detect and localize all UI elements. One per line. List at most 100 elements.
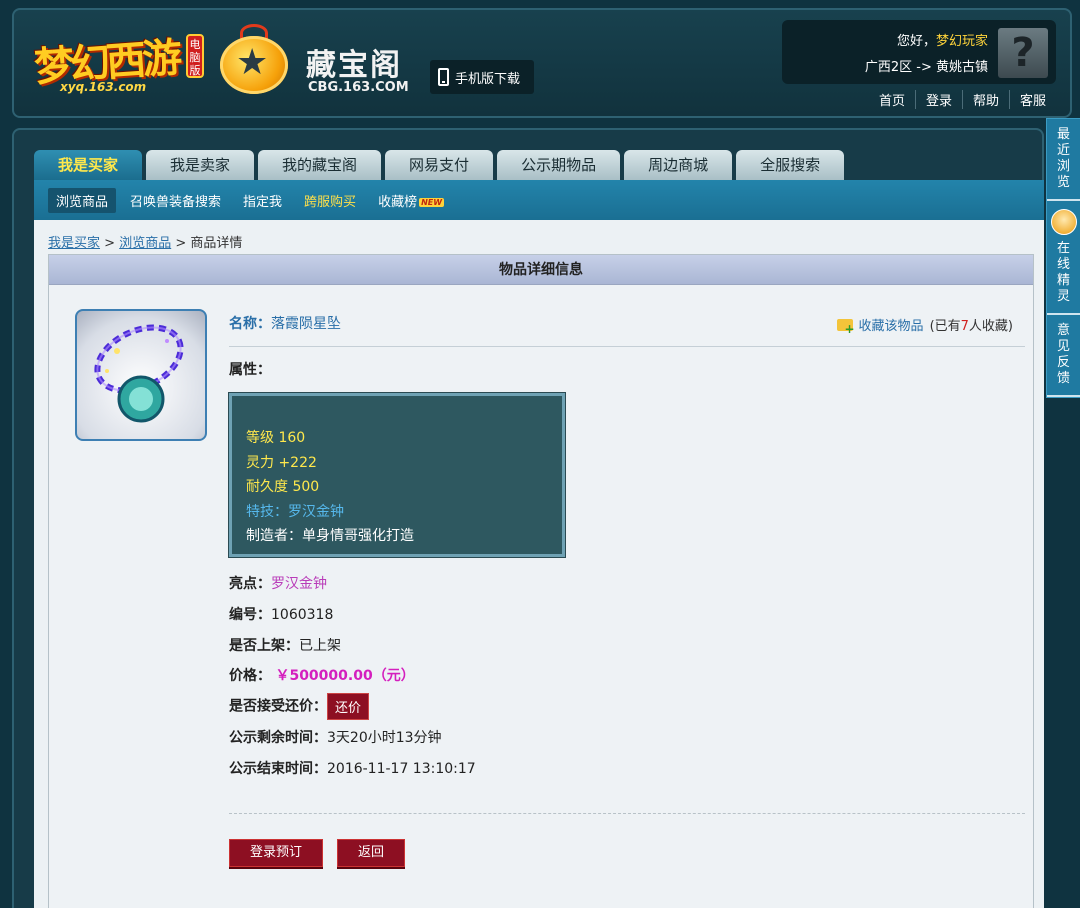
attr-skill: 特技：罗汉金钟 bbox=[246, 503, 344, 520]
tab-merch-store[interactable]: 周边商城 bbox=[624, 150, 733, 180]
attr-maker: 制造者：单身情哥强化打造 bbox=[246, 528, 414, 544]
coin-star-icon bbox=[220, 36, 288, 94]
id-row: 编号：1060318 bbox=[229, 604, 333, 624]
subnav-pet-equip-search[interactable]: 召唤兽装备搜索 bbox=[122, 188, 229, 213]
favorite-count-text: (已有7人收藏) bbox=[930, 315, 1013, 334]
attributes-label: 属性： bbox=[229, 362, 271, 378]
bargain-label: 是否接受还价： bbox=[229, 698, 327, 715]
sidebar-online-fairy[interactable]: 在 线 精 灵 bbox=[1047, 201, 1080, 315]
id-label: 编号： bbox=[229, 607, 271, 623]
tab-netease-pay[interactable]: 网易支付 bbox=[385, 150, 494, 180]
pendant-icon bbox=[94, 324, 184, 423]
breadcrumb-browse[interactable]: 浏览商品 bbox=[119, 236, 171, 251]
game-logo-tag: 电脑版 bbox=[186, 34, 204, 78]
sidebar-feedback-char: 馈 bbox=[1056, 371, 1070, 386]
subnav-favorites-rank[interactable]: 收藏榜 NEW bbox=[370, 188, 452, 213]
tab-public-items[interactable]: 公示期物品 bbox=[497, 150, 621, 180]
sidebar-recent-char: 近 bbox=[1056, 143, 1070, 158]
sidebar-fairy-char: 在 bbox=[1056, 241, 1070, 256]
remaining-label: 公示剩余时间： bbox=[229, 730, 327, 746]
subnav-favorites-label: 收藏榜 bbox=[378, 194, 418, 210]
end-time-label: 公示结束时间： bbox=[229, 761, 327, 777]
breadcrumb: 我是买家 > 浏览商品 > 商品详情 bbox=[48, 232, 242, 251]
floating-sidebar: 最 近 浏 览 在 线 精 灵 意 见 反 馈 bbox=[1046, 118, 1080, 398]
favorite-count: 7 bbox=[960, 319, 969, 334]
link-service[interactable]: 客服 bbox=[1008, 90, 1056, 109]
subnav-cross-server[interactable]: 跨服购买 bbox=[296, 188, 364, 213]
item-detail-panel: 物品详细信息 名称：落霞陨星坠 收藏该物品 (已有7人收藏) bbox=[48, 254, 1034, 908]
tab-my-cbg[interactable]: 我的藏宝阁 bbox=[258, 150, 382, 180]
panel-title: 物品详细信息 bbox=[49, 255, 1033, 285]
name-label: 名称： bbox=[229, 316, 271, 332]
add-folder-icon[interactable] bbox=[836, 318, 855, 336]
sidebar-recent-char: 最 bbox=[1056, 127, 1070, 142]
login-reserve-button[interactable]: 登录预订 bbox=[229, 839, 323, 867]
link-home[interactable]: 首页 bbox=[869, 90, 915, 109]
attr-spirit: 灵力 +222 bbox=[246, 454, 317, 471]
fairy-avatar-icon bbox=[1050, 209, 1077, 235]
mobile-download-button[interactable]: 手机版下载 bbox=[430, 60, 534, 94]
tab-buyer[interactable]: 我是买家 bbox=[34, 150, 143, 180]
sidebar-feedback[interactable]: 意 见 反 馈 bbox=[1047, 315, 1080, 397]
sidebar-feedback-char: 反 bbox=[1056, 355, 1070, 370]
attr-durability: 耐久度 500 bbox=[246, 479, 320, 495]
price-value: ￥500000.00（元） bbox=[275, 668, 415, 684]
bargain-button[interactable]: 还价 bbox=[327, 693, 370, 720]
breadcrumb-sep: > bbox=[100, 236, 120, 251]
greeting-prefix: 您好， bbox=[896, 34, 936, 49]
item-name: 落霞陨星坠 bbox=[271, 316, 341, 332]
link-login[interactable]: 登录 bbox=[914, 90, 962, 109]
user-info-box: 您好，梦幻玩家 广西2区 -> 黄姚古镇 ? bbox=[782, 20, 1056, 84]
attributes-box: 等级 160 灵力 +222 耐久度 500 特技：罗汉金钟 制造者：单身情哥强… bbox=[228, 392, 566, 558]
price-label: 价格： bbox=[229, 668, 271, 684]
favorite-link[interactable]: 收藏该物品 bbox=[859, 315, 924, 334]
price-row: 价格： ￥500000.00（元） bbox=[229, 665, 415, 685]
breadcrumb-buyer[interactable]: 我是买家 bbox=[48, 236, 100, 251]
tab-global-search[interactable]: 全服搜索 bbox=[736, 150, 845, 180]
username[interactable]: 梦幻玩家 bbox=[936, 34, 988, 49]
attr-level: 等级 160 bbox=[246, 430, 306, 446]
new-badge: NEW bbox=[419, 197, 445, 207]
sidebar-recent-char: 浏 bbox=[1056, 159, 1070, 174]
sub-navigation: 浏览商品 召唤兽装备搜索 指定我 跨服购买 收藏榜 NEW bbox=[34, 180, 1044, 220]
game-logo-url: xyq.163.com bbox=[60, 80, 147, 94]
back-button[interactable]: 返回 bbox=[337, 839, 405, 867]
bargain-row: 是否接受还价： 还价 bbox=[229, 693, 370, 720]
remaining-value: 3天20小时13分钟 bbox=[327, 730, 442, 746]
highlight-label: 亮点： bbox=[229, 576, 271, 592]
subnav-browse[interactable]: 浏览商品 bbox=[48, 187, 117, 213]
cbg-logo-url: CBG.163.COM bbox=[308, 80, 409, 95]
content-area: 我是买家 > 浏览商品 > 商品详情 物品详细信息 名称：落霞陨星坠 + 收藏该… bbox=[34, 220, 1044, 908]
remaining-row: 公示剩余时间：3天20小时13分钟 bbox=[229, 727, 442, 747]
highlight-value: 罗汉金钟 bbox=[271, 576, 327, 592]
sidebar-fairy-char: 精 bbox=[1056, 273, 1070, 288]
item-image-icon bbox=[75, 309, 207, 441]
cbg-logo[interactable]: 藏宝阁 CBG.163.COM bbox=[214, 24, 424, 100]
avatar-question-icon[interactable]: ? bbox=[998, 28, 1048, 78]
end-time-row: 公示结束时间：2016-11-17 13:10:17 bbox=[229, 758, 476, 778]
server-name[interactable]: 广西2区 -> 黄姚古镇 bbox=[865, 56, 988, 75]
favorite-prefix: (已有 bbox=[929, 319, 961, 334]
highlight-row: 亮点：罗汉金钟 bbox=[229, 573, 327, 593]
item-name-row: 名称：落霞陨星坠 收藏该物品 (已有7人收藏) bbox=[229, 313, 1025, 347]
sidebar-recent-char: 览 bbox=[1056, 175, 1070, 190]
greeting: 您好，梦幻玩家 bbox=[897, 30, 988, 49]
sidebar-recent[interactable]: 最 近 浏 览 bbox=[1047, 119, 1080, 201]
sidebar-fairy-char: 灵 bbox=[1056, 289, 1070, 304]
listed-row: 是否上架：已上架 bbox=[229, 635, 341, 655]
sidebar-feedback-char: 见 bbox=[1056, 339, 1070, 354]
site-header: 梦幻西游 电脑版 xyq.163.com 藏宝阁 CBG.163.COM 手机版… bbox=[12, 8, 1072, 118]
breadcrumb-sep: > bbox=[171, 236, 191, 251]
tab-seller[interactable]: 我是卖家 bbox=[146, 150, 255, 180]
favorite-suffix: 人收藏) bbox=[968, 319, 1013, 334]
mobile-download-label: 手机版下载 bbox=[455, 71, 521, 87]
link-help[interactable]: 帮助 bbox=[961, 90, 1009, 109]
top-links: 首页 登录 帮助 客服 bbox=[869, 90, 1056, 109]
listed-label: 是否上架： bbox=[229, 638, 299, 654]
game-logo[interactable]: 梦幻西游 电脑版 xyq.163.com bbox=[33, 28, 204, 100]
phone-icon bbox=[438, 68, 449, 86]
cbg-logo-name: 藏宝阁 bbox=[306, 48, 402, 83]
subnav-assigned[interactable]: 指定我 bbox=[235, 188, 290, 213]
sidebar-fairy-char: 线 bbox=[1056, 257, 1070, 272]
sidebar-feedback-char: 意 bbox=[1056, 323, 1070, 338]
